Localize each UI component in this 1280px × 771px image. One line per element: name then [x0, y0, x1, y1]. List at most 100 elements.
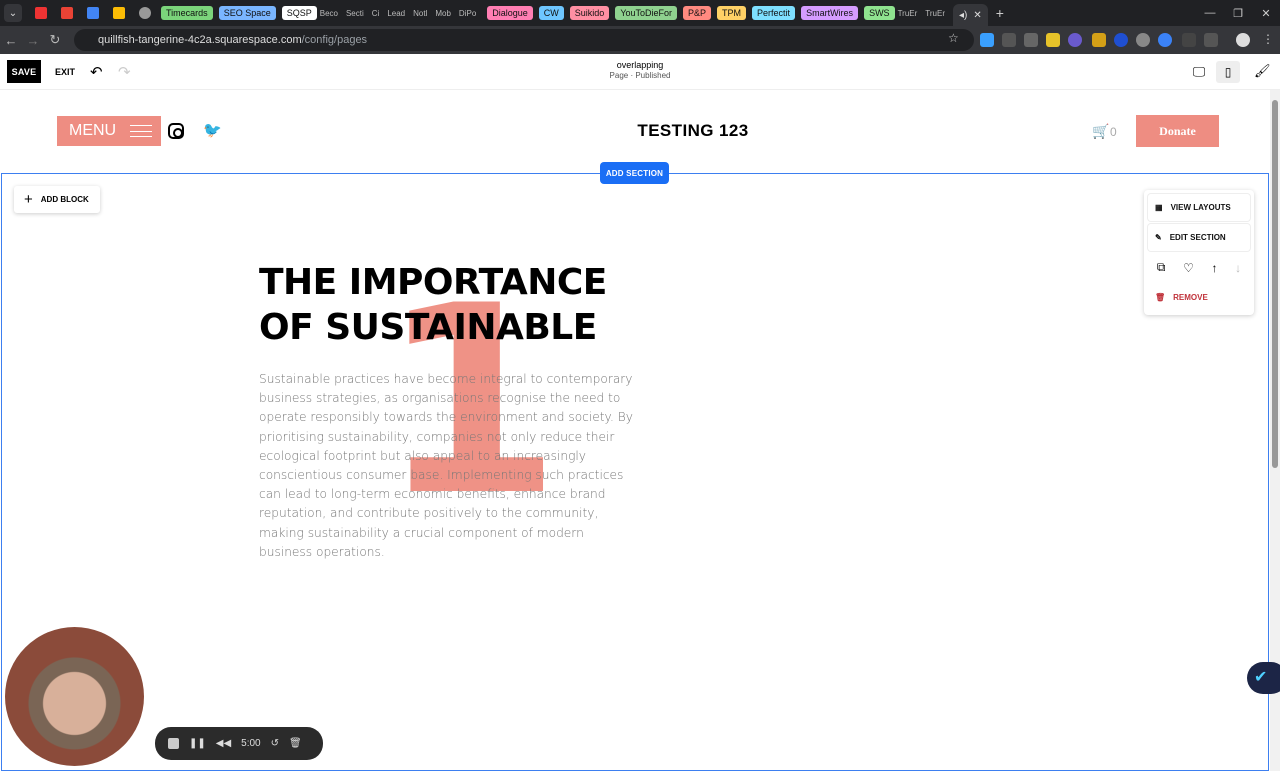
extension-icon[interactable]: [1136, 33, 1150, 47]
menu-label: MENU: [69, 122, 117, 139]
edit-section-button[interactable]: ✎ EDIT SECTION: [1148, 224, 1250, 251]
checkmark-badge-icon[interactable]: ✔: [1247, 662, 1280, 694]
remove-button[interactable]: 🗑 REMOVE: [1148, 284, 1250, 311]
url-host: quillfish-tangerine-4c2a.squarespace.com: [98, 34, 302, 46]
close-window-icon[interactable]: ✕: [1252, 0, 1280, 26]
extension-icon[interactable]: [1092, 33, 1106, 47]
section-heading[interactable]: THE IMPORTANCE OF SUSTAINABLE: [259, 260, 659, 350]
keep-tab-icon[interactable]: [113, 7, 125, 19]
site-title[interactable]: TESTING 123: [560, 121, 826, 141]
close-tab-icon[interactable]: ✕: [973, 10, 981, 21]
forward-icon[interactable]: →: [22, 29, 44, 51]
browser-tab[interactable]: Notl: [413, 9, 427, 18]
add-section-button[interactable]: ADD SECTION: [600, 162, 669, 184]
restart-icon[interactable]: ↺: [271, 738, 279, 749]
site-preview: MENU 🐦 TESTING 123 🛒 0 Donate ADD SECTIO…: [0, 90, 1270, 771]
site-tab-icon[interactable]: [139, 7, 151, 19]
browser-tab[interactable]: Dialogue: [487, 6, 533, 20]
bookmark-star-icon[interactable]: ☆: [948, 31, 959, 45]
browser-menu-icon[interactable]: ⋮: [1262, 32, 1274, 46]
gmail-tab-icon[interactable]: [61, 7, 73, 19]
browser-tab[interactable]: Suikido: [569, 6, 610, 20]
save-button[interactable]: SAVE: [7, 60, 41, 83]
url-field[interactable]: quillfish-tangerine-4c2a.squarespace.com…: [74, 29, 974, 51]
menu-button[interactable]: MENU: [57, 116, 161, 146]
browser-tab[interactable]: TPM: [717, 6, 747, 20]
download-extension-icon[interactable]: [980, 33, 994, 47]
browser-tab-bar: ⌄ Timecards SEO Space SQSP Beco Secti Ci Lead N…: [0, 0, 1280, 26]
extension-icon[interactable]: [1158, 33, 1172, 47]
tab-list-chevron-icon[interactable]: ⌄: [4, 4, 22, 22]
add-block-button[interactable]: + ADD BLOCK: [14, 186, 100, 213]
undo-icon[interactable]: ↶: [90, 63, 103, 81]
move-up-icon[interactable]: ↑: [1211, 261, 1217, 275]
duplicate-icon[interactable]: ⧉: [1157, 260, 1166, 275]
edit-section-label: EDIT SECTION: [1169, 233, 1226, 242]
browser-tab[interactable]: SQSP: [281, 6, 317, 20]
delete-recording-icon[interactable]: 🗑: [289, 738, 302, 749]
redo-icon[interactable]: ↷: [118, 63, 131, 81]
browser-tab[interactable]: SmartWires: [801, 6, 859, 20]
extension-icon[interactable]: [1002, 33, 1016, 47]
rewind-icon[interactable]: ◀◀: [216, 738, 231, 749]
donate-button[interactable]: Donate: [1136, 115, 1219, 147]
view-layouts-button[interactable]: ▦ VIEW LAYOUTS: [1148, 194, 1250, 221]
webcam-overlay: [5, 627, 144, 766]
browser-tab[interactable]: Lead: [387, 9, 405, 18]
extension-icon[interactable]: [1046, 33, 1060, 47]
browser-tab[interactable]: Perfectit: [752, 6, 796, 20]
profile-avatar[interactable]: [1236, 33, 1250, 47]
trash-icon: 🗑: [1155, 293, 1166, 302]
browser-tab[interactable]: TruEr: [925, 9, 945, 18]
view-layouts-label: VIEW LAYOUTS: [1170, 203, 1231, 212]
heart-icon[interactable]: ♡: [1183, 261, 1194, 275]
scrollbar-thumb[interactable]: [1272, 100, 1278, 468]
extension-icon[interactable]: [1182, 33, 1196, 47]
hashtag-extension-icon[interactable]: [1024, 33, 1038, 47]
new-tab-icon[interactable]: +: [996, 5, 1004, 21]
section-body-text[interactable]: Sustainable practices have become integr…: [259, 370, 639, 562]
add-block-label: ADD BLOCK: [40, 195, 89, 204]
remove-label: REMOVE: [1173, 293, 1208, 302]
extensions-puzzle-icon[interactable]: [1204, 33, 1218, 47]
exit-button[interactable]: EXIT: [55, 67, 75, 77]
browser-tab[interactable]: Timecards: [161, 6, 213, 20]
move-down-icon[interactable]: ↓: [1235, 261, 1241, 275]
browser-tab[interactable]: Secti: [346, 9, 364, 18]
reload-icon[interactable]: ↻: [44, 29, 66, 51]
minimize-icon[interactable]: —: [1196, 0, 1224, 26]
cart-icon[interactable]: 🛒: [1092, 123, 1109, 140]
recording-tab-icon[interactable]: [35, 7, 47, 19]
extension-icon[interactable]: [1114, 33, 1128, 47]
twitter-icon[interactable]: 🐦: [203, 121, 222, 139]
active-tab[interactable]: ◂) ✕: [952, 4, 988, 26]
browser-tab[interactable]: Ci: [372, 9, 380, 18]
cart-count: 0: [1110, 125, 1117, 139]
browser-tab[interactable]: DiPo: [459, 9, 476, 18]
browser-tab[interactable]: CW: [538, 6, 564, 20]
browser-tab[interactable]: YouToDieFor: [615, 6, 678, 20]
pause-icon[interactable]: ❚❚: [189, 738, 206, 749]
section-toolbar: ▦ VIEW LAYOUTS ✎ EDIT SECTION ⧉ ♡ ↑ ↓ 🗑 REM…: [1144, 190, 1254, 315]
browser-tab[interactable]: SWS: [864, 6, 895, 20]
mobile-view-icon[interactable]: ▯: [1216, 61, 1240, 83]
extension-icon[interactable]: [1068, 33, 1082, 47]
docs-tab-icon[interactable]: [87, 7, 99, 19]
speaker-icon: ◂): [958, 9, 968, 21]
recording-time: 5:00: [241, 738, 261, 749]
url-path: /config/pages: [301, 34, 368, 46]
browser-tab[interactable]: Beco: [320, 9, 338, 18]
pencil-icon: ✎: [1155, 233, 1162, 242]
instagram-icon[interactable]: [168, 123, 184, 139]
section-actions: ⧉ ♡ ↑ ↓: [1148, 254, 1250, 281]
browser-tab[interactable]: SEO Space: [218, 6, 276, 20]
stop-icon[interactable]: [168, 738, 179, 749]
page-status: Page · Published: [609, 71, 671, 80]
browser-tab[interactable]: Mob: [435, 9, 451, 18]
back-icon[interactable]: ←: [0, 29, 22, 51]
browser-tab[interactable]: TruEr: [898, 9, 918, 18]
maximize-icon[interactable]: ❐: [1224, 0, 1252, 26]
site-styles-icon[interactable]: 🖌: [1254, 63, 1271, 79]
browser-tab[interactable]: P&P: [683, 6, 712, 20]
desktop-view-icon[interactable]: 🖵: [1188, 61, 1210, 83]
